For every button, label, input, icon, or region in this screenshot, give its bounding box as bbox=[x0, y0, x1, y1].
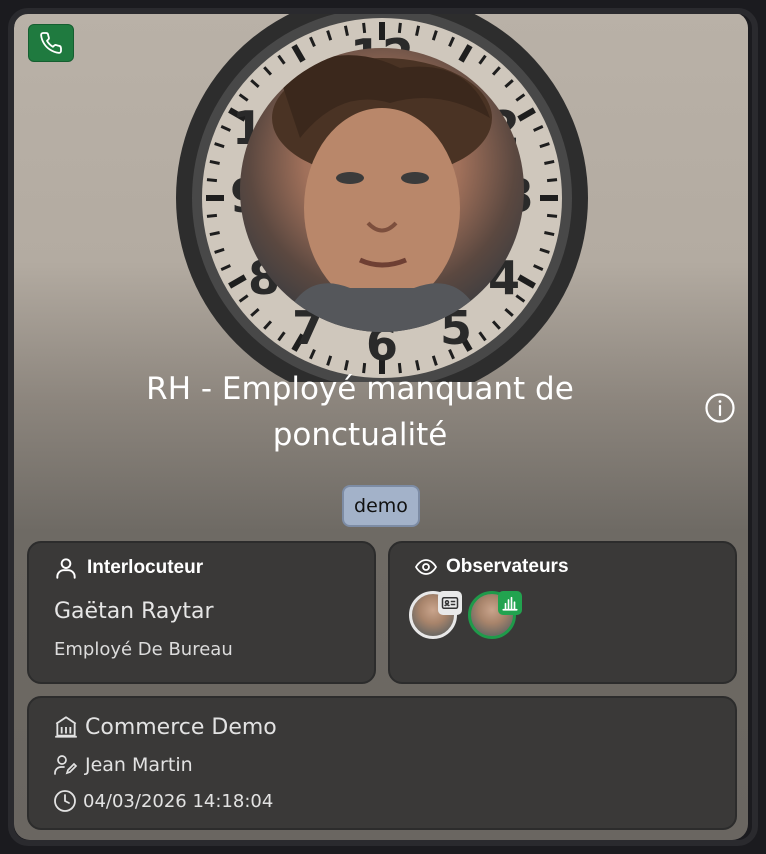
phone-icon bbox=[40, 32, 62, 54]
id-card-icon bbox=[441, 597, 459, 609]
interlocutor-panel: Interlocuteur Gaëtan Raytar Employé De B… bbox=[27, 541, 376, 684]
observer-badge bbox=[438, 591, 462, 615]
clock-tick bbox=[206, 178, 218, 183]
observers-heading: Observateurs bbox=[446, 556, 569, 577]
clock-tick bbox=[209, 231, 220, 237]
clock-tick bbox=[209, 159, 220, 165]
observer-badge bbox=[498, 591, 522, 615]
clock-tick bbox=[415, 25, 421, 36]
tag-badge[interactable]: demo bbox=[342, 485, 420, 527]
user-edit-icon bbox=[54, 755, 78, 775]
interlocutor-role: Employé De Bureau bbox=[54, 639, 233, 660]
clock-tick bbox=[546, 178, 558, 183]
interlocutor-heading: Interlocuteur bbox=[87, 557, 204, 578]
building-icon bbox=[55, 716, 77, 738]
details-panel: Commerce Demo Jean Martin 04/03/2026 14:… bbox=[27, 696, 737, 830]
clock-icon bbox=[54, 790, 76, 812]
company-name: Commerce Demo bbox=[85, 714, 277, 740]
eye-icon bbox=[414, 559, 438, 575]
datetime-row: 04/03/2026 14:18:04 bbox=[53, 789, 273, 813]
interlocutor-heading-row: Interlocuteur bbox=[53, 555, 203, 581]
user-icon bbox=[56, 558, 76, 579]
owner-name: Jean Martin bbox=[85, 754, 193, 776]
clock-tick bbox=[206, 213, 218, 218]
observers-panel: Observateurs bbox=[388, 541, 737, 684]
company-row: Commerce Demo bbox=[53, 714, 277, 740]
interlocutor-photo bbox=[240, 48, 524, 332]
created-datetime: 04/03/2026 14:18:04 bbox=[83, 790, 274, 812]
observers-heading-row: Observateurs bbox=[414, 555, 569, 579]
clock-tick bbox=[546, 213, 558, 218]
clock-tick bbox=[544, 231, 555, 237]
clock-tick bbox=[544, 159, 555, 165]
scenario-title: RH - Employé manquant de ponctualité bbox=[146, 371, 574, 453]
info-icon bbox=[705, 393, 735, 423]
interlocutor-name: Gaëtan Raytar bbox=[54, 599, 214, 624]
call-button[interactable] bbox=[28, 24, 74, 62]
owner-row: Jean Martin bbox=[53, 753, 193, 777]
info-button[interactable] bbox=[704, 392, 736, 424]
clock-tick bbox=[343, 25, 349, 36]
bar-chart-icon bbox=[502, 596, 518, 611]
